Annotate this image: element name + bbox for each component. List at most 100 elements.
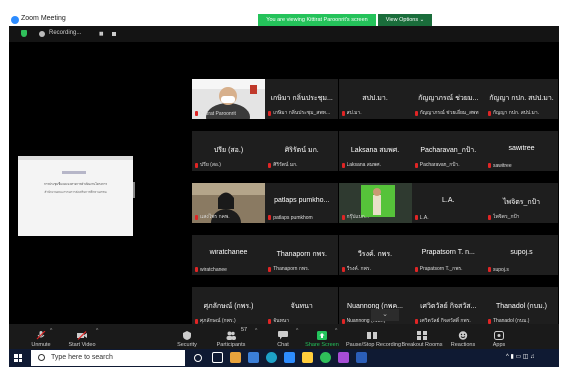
participant-name-label: กัญญา กปก. สปป.มา. xyxy=(493,110,540,116)
participant-tile[interactable]: วีรงค์. กพร. วีรงค์. กพร. xyxy=(338,235,412,275)
muted-mic-icon xyxy=(341,163,345,168)
task-view-icon[interactable] xyxy=(212,352,223,363)
chat-options-caret[interactable]: ^ xyxy=(296,328,298,334)
taskbar-search-input[interactable]: Type here to search xyxy=(31,350,185,366)
participant-tile[interactable]: ปรีย (สอ.) ปรีย (สอ.) xyxy=(192,131,265,171)
apps-button[interactable]: Apps xyxy=(489,324,509,349)
participant-tile[interactable]: Laksana สมพศ. Laksana สมพศ. xyxy=(338,131,412,171)
participant-display-name: ศิริรัตน์ มก. xyxy=(284,147,319,154)
muted-mic-icon xyxy=(195,163,198,168)
edge-browser-icon[interactable] xyxy=(266,352,277,363)
reactions-button[interactable]: Reactions xyxy=(451,324,475,349)
mail-icon[interactable] xyxy=(248,352,259,363)
participant-tile[interactable]: ศุภลักษณ์ (กพร.) ศุภลักษณ์ (กพร.) xyxy=(192,287,265,327)
audio-options-caret[interactable]: ^ xyxy=(50,328,52,334)
participant-display-name: เศวิตวัลย์ กิจสวัส... xyxy=(420,303,477,310)
pause-stop-recording-button[interactable]: Pause/Stop Recording xyxy=(346,324,401,349)
participant-tile[interactable]: กรุ๊ปแบก... xyxy=(338,183,412,223)
participant-display-name: จันทนา xyxy=(290,303,313,310)
participant-display-name: กัญญาภรณ์ ช่วยม... xyxy=(418,95,479,102)
search-icon xyxy=(38,354,45,361)
participant-tile[interactable]: ไพจิตร_กป้า ไพจิตร_กป้า xyxy=(485,183,558,223)
word-icon[interactable] xyxy=(356,352,367,363)
muted-mic-icon xyxy=(414,111,418,116)
muted-mic-icon xyxy=(488,111,491,116)
windows-start-icon[interactable] xyxy=(14,354,22,362)
zoom-logo-icon xyxy=(11,16,19,24)
participant-name-label: Pacharavan_กป้า. xyxy=(419,162,460,168)
participant-display-name: ปรีย (สอ.) xyxy=(213,147,244,154)
participant-name-label: แสงไพร กคพ. xyxy=(200,214,230,220)
participant-tile[interactable]: สปป.มา. สป.มา. xyxy=(338,79,412,119)
shared-screen-header xyxy=(18,156,133,160)
participant-tile[interactable]: จันทนา จันทนา xyxy=(265,287,339,327)
muted-mic-icon xyxy=(488,163,491,168)
muted-mic-icon xyxy=(268,267,272,272)
share-screen-button[interactable]: Share Screen xyxy=(305,324,339,349)
participant-tile[interactable]: กัญญาภรณ์ ช่วยม... กัญญาภรณ์ ช่วยเอี่ยม_ส… xyxy=(411,79,485,119)
shared-screen-thumbnail[interactable]: การประชุมชี้แจงแนวทางการดำเนินงานโครงการ… xyxy=(18,156,133,236)
shield-icon xyxy=(182,327,192,340)
participant-tile[interactable]: เศวิตวัลย์ กิจสวัส... เศวิตวัลย์ กิจสวัสด… xyxy=(411,287,485,327)
chat-icon xyxy=(278,327,288,340)
chat-button[interactable]: Chat xyxy=(273,324,293,349)
security-shield-icon[interactable] xyxy=(21,30,27,37)
security-button[interactable]: Security xyxy=(177,324,197,349)
muted-mic-icon xyxy=(414,163,418,168)
system-tray-icons[interactable]: ^ ▮ ▭ ◫ ♫ xyxy=(506,353,535,360)
share-screen-icon xyxy=(317,327,327,340)
recording-label: Recording... xyxy=(49,30,82,36)
gallery-next-page-chevron-icon[interactable]: ⌄ xyxy=(371,309,399,321)
participant-name-label: Thanaporn กพร. xyxy=(273,266,310,272)
participant-tile[interactable]: กัญญา กปก. สปป.มา. กัญญา กปก. สปป.มา. xyxy=(485,79,558,119)
participant-tile[interactable]: supoj.s supoj.s xyxy=(485,235,558,275)
participant-tile[interactable]: Prapatsorn T. n... Prapatsorn T._กพร. xyxy=(411,235,485,275)
participants-options-caret[interactable]: ^ xyxy=(255,328,257,334)
cortana-icon[interactable] xyxy=(194,354,202,362)
muted-mic-icon xyxy=(268,111,272,116)
participant-display-name: Prapatsorn T. n... xyxy=(421,249,475,256)
participants-count: 57 xyxy=(241,327,248,333)
participant-tile[interactable]: wiratchanee wiratchanee xyxy=(192,235,265,275)
apps-icon xyxy=(494,327,504,340)
line-app-icon[interactable] xyxy=(320,352,331,363)
view-options-button[interactable]: View Options ⌄ xyxy=(378,14,432,26)
start-video-button[interactable]: Start Video xyxy=(68,324,96,349)
participant-name-label: ไพจิตร_กป้า xyxy=(493,214,520,220)
participant-tile[interactable]: Pacharavan_กป้า. Pacharavan_กป้า. xyxy=(411,131,485,171)
participant-tile[interactable]: ศิริรัตน์ มก. ศิริรัตน์ มก. xyxy=(265,131,339,171)
participant-tile[interactable]: L.A. L.A. xyxy=(411,183,485,223)
resize-handle[interactable] xyxy=(133,182,135,198)
participant-display-name: ไพจิตร_กป้า xyxy=(502,199,541,206)
zoom-taskbar-icon[interactable] xyxy=(284,352,295,363)
participant-name-label: ศิริรัตน์ มก. xyxy=(273,162,298,168)
stop-recording-icon[interactable] xyxy=(112,32,116,36)
folder-icon[interactable] xyxy=(302,352,313,363)
breakout-rooms-button[interactable]: Breakout Rooms xyxy=(402,324,442,349)
participant-name-label: Kittirat Paroonrit xyxy=(200,111,236,117)
participant-name-label: สป.มา. xyxy=(346,110,362,116)
participant-name-label: วีรงค์. กพร. xyxy=(346,266,371,272)
participant-tile[interactable]: Kittirat Paroonrit xyxy=(192,79,265,119)
participant-tile[interactable]: แสงไพร กคพ. xyxy=(192,183,265,223)
media-app-icon[interactable] xyxy=(338,352,349,363)
participant-display-name: สปป.มา. xyxy=(362,95,388,102)
video-options-caret[interactable]: ^ xyxy=(96,328,98,334)
participant-display-name: Thanaporn กพร. xyxy=(276,251,327,258)
participant-name-label: กรุ๊ปแบก... xyxy=(346,214,369,220)
participant-display-name: วีรงค์. กพร. xyxy=(357,251,393,258)
viewing-banner: You are viewing Kittirat Paroonrit's scr… xyxy=(258,14,376,26)
participant-tile[interactable]: เกษิมา กลิ่นประชุม... เกษิมา กลิ่นประชุม_… xyxy=(265,79,339,119)
participant-tile[interactable]: sawitree sawitree xyxy=(485,131,558,171)
participant-tile[interactable]: patlaps pumkho... patlaps pumkhom xyxy=(265,183,339,223)
muted-mic-icon xyxy=(195,267,198,272)
participant-tile[interactable]: Thanaporn กพร. Thanaporn กพร. xyxy=(265,235,339,275)
participant-tile[interactable]: Thanadol (กบม.) Thanadol (กบม.) xyxy=(485,287,558,327)
participants-button[interactable]: Participants xyxy=(217,324,245,349)
share-options-caret[interactable]: ^ xyxy=(335,328,337,334)
unmute-button[interactable]: Unmute xyxy=(31,324,51,349)
participant-name-label: กัญญาภรณ์ ช่วยเอี่ยม_สพท xyxy=(419,110,479,116)
file-explorer-icon[interactable] xyxy=(230,352,241,363)
pause-recording-icon[interactable]: ▮▮ xyxy=(99,31,103,37)
participant-tile[interactable]: Nuannong (กพค... Nuannong (กพค.) xyxy=(338,287,412,327)
